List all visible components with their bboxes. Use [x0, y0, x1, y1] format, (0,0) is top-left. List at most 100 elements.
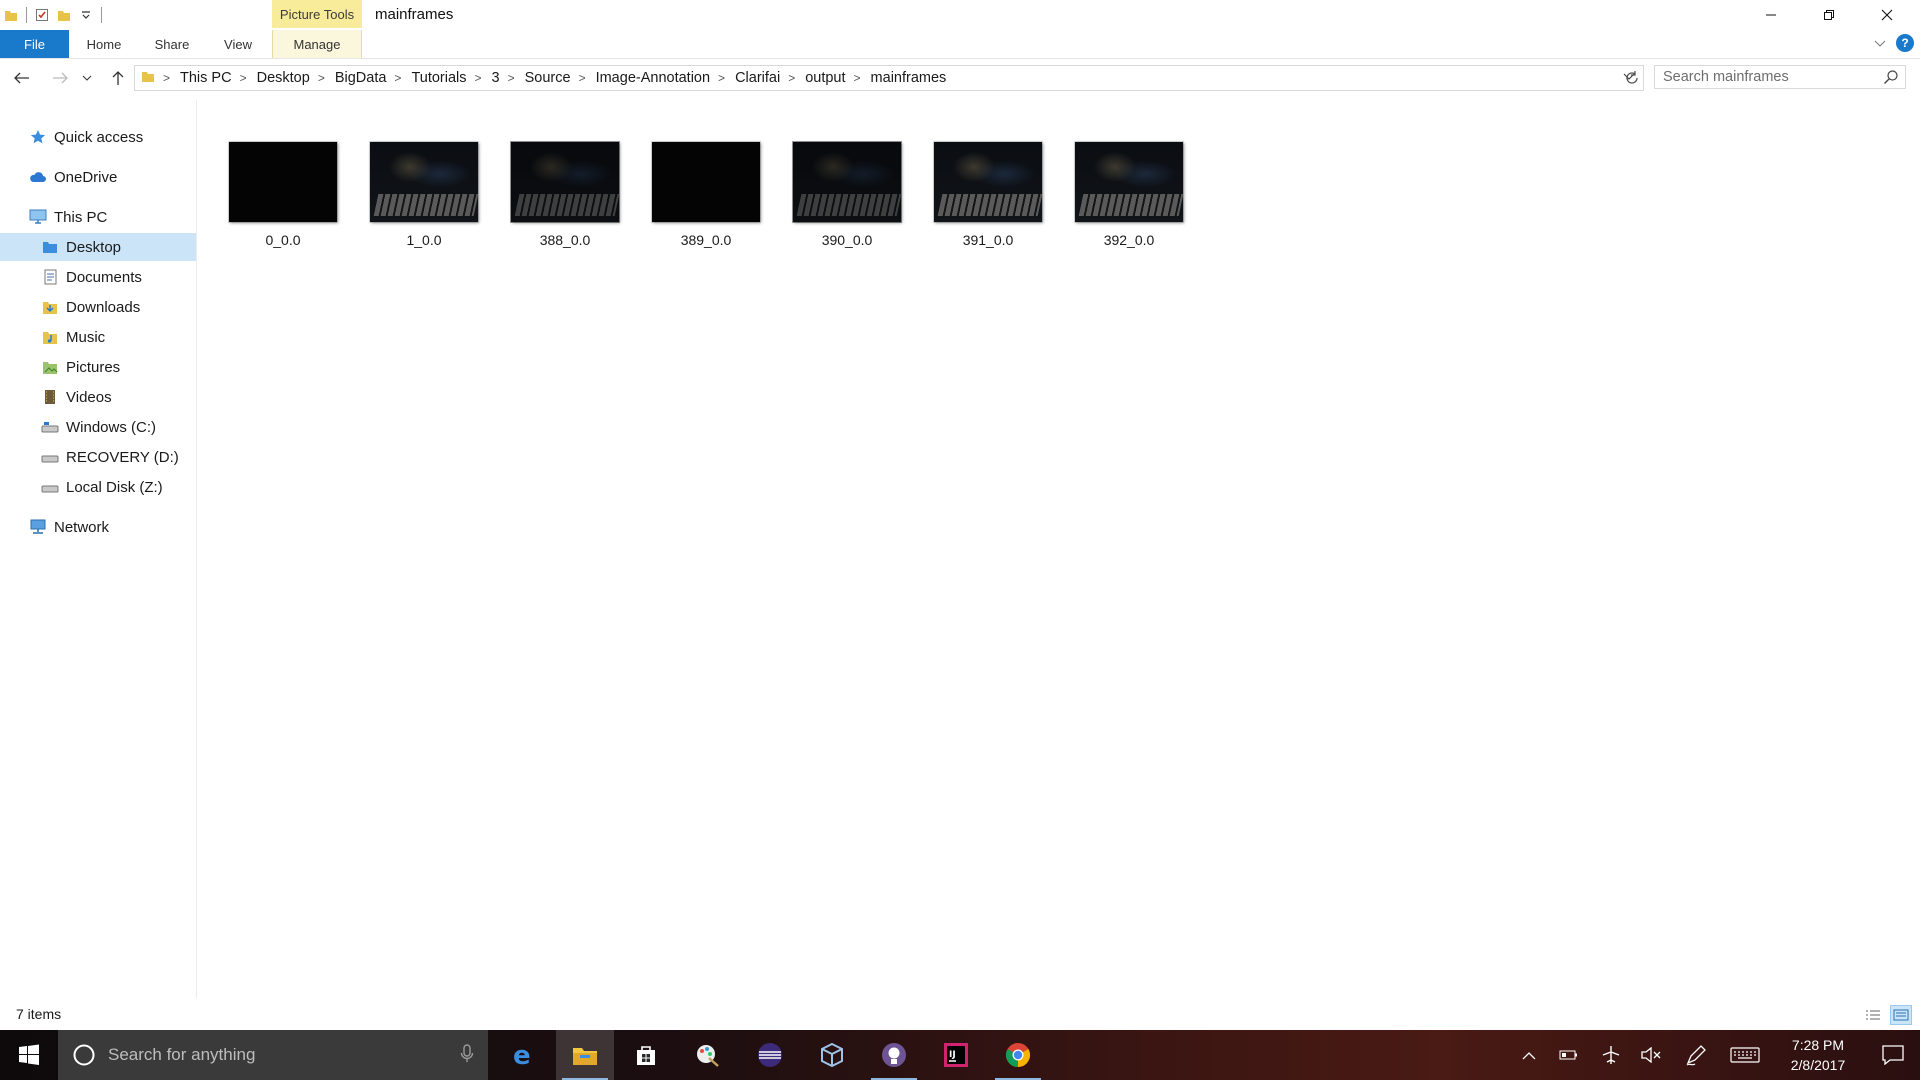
file-tile[interactable]: 391_0.0	[923, 142, 1053, 248]
breadcrumb-item[interactable]: 3	[492, 70, 500, 86]
breadcrumb-separator-icon[interactable]: >	[240, 71, 247, 85]
breadcrumb-separator-icon[interactable]: >	[318, 71, 325, 85]
breadcrumb-item[interactable]: BigData	[335, 70, 387, 86]
file-tile[interactable]: 392_0.0	[1064, 142, 1194, 248]
restore-button[interactable]	[1800, 0, 1858, 30]
file-name: 392_0.0	[1103, 232, 1155, 248]
new-folder-icon[interactable]	[53, 4, 75, 26]
edge-icon[interactable]: e	[494, 1030, 552, 1080]
sidebar-item-videos[interactable]: Videos	[40, 383, 190, 411]
action-center-button[interactable]	[1866, 1030, 1920, 1080]
pen-workspace-icon[interactable]	[1682, 1030, 1710, 1080]
breadcrumb-separator-icon[interactable]: >	[475, 71, 482, 85]
help-icon[interactable]: ?	[1896, 34, 1914, 52]
tab-share[interactable]: Share	[138, 30, 206, 58]
refresh-button[interactable]	[1620, 66, 1644, 90]
breadcrumb-item[interactable]: Image-Annotation	[596, 70, 710, 86]
file-tile[interactable]: 388_0.0	[500, 142, 630, 248]
file-tile[interactable]: 390_0.0	[782, 142, 912, 248]
forward-button[interactable]	[48, 66, 72, 90]
clock-time: 7:28 PM	[1791, 1037, 1845, 1053]
breadcrumb-item[interactable]: output	[805, 70, 845, 86]
intellij-icon[interactable]: IJ	[927, 1030, 985, 1080]
start-button[interactable]	[0, 1030, 58, 1080]
taskbar-search-box[interactable]: Search for anything	[58, 1030, 488, 1080]
close-button[interactable]	[1858, 0, 1916, 30]
sidebar-item-label: Downloads	[66, 298, 141, 316]
sidebar-item-windows-c[interactable]: Windows (C:)	[40, 413, 190, 441]
search-input[interactable]: Search mainframes	[1654, 65, 1906, 89]
store-icon[interactable]	[617, 1030, 675, 1080]
github-icon[interactable]	[865, 1030, 923, 1080]
show-hidden-icons-button[interactable]	[1518, 1030, 1540, 1080]
tab-manage[interactable]: Manage	[272, 30, 362, 58]
volume-muted-icon[interactable]	[1638, 1030, 1664, 1080]
breadcrumb-separator-icon[interactable]: >	[788, 71, 795, 85]
sidebar-item-network[interactable]: Network	[28, 513, 188, 541]
battery-icon[interactable]	[1556, 1030, 1582, 1080]
quick-access-toolbar	[0, 4, 106, 26]
minimize-button[interactable]	[1742, 0, 1800, 30]
expand-ribbon-button[interactable]	[1874, 35, 1886, 52]
taskbar-clock[interactable]: 7:28 PM 2/8/2017	[1772, 1035, 1864, 1075]
sidebar-item-label: Music	[66, 328, 106, 346]
file-tile[interactable]: 0_0.0	[218, 142, 348, 248]
breadcrumb-separator-icon[interactable]: >	[854, 71, 861, 85]
minimize-icon	[1766, 14, 1776, 16]
breadcrumb-separator-icon[interactable]: >	[394, 71, 401, 85]
chrome-icon[interactable]	[989, 1030, 1047, 1080]
sidebar-item-pictures[interactable]: Pictures	[40, 353, 190, 381]
folder-icon[interactable]	[0, 4, 22, 26]
airplane-mode-icon[interactable]	[1598, 1030, 1624, 1080]
search-icon[interactable]	[1883, 69, 1899, 89]
microphone-icon[interactable]	[460, 1044, 474, 1068]
sidebar-item-downloads[interactable]: Downloads	[40, 293, 190, 321]
back-button[interactable]	[10, 66, 34, 90]
large-icons-view-button[interactable]	[1890, 1005, 1912, 1025]
customize-toolbar-icon[interactable]	[75, 4, 97, 26]
breadcrumb-item[interactable]: Source	[525, 70, 571, 86]
sidebar-item-documents[interactable]: Documents	[40, 263, 190, 291]
sidebar-item-local-disk-z[interactable]: Local Disk (Z:)	[40, 473, 190, 501]
breadcrumb-separator-icon[interactable]: >	[718, 71, 725, 85]
breadcrumb-item[interactable]: Tutorials	[411, 70, 466, 86]
breadcrumb-item[interactable]: This PC	[180, 70, 232, 86]
tab-view[interactable]: View	[206, 30, 270, 58]
breadcrumb-separator-icon[interactable]: >	[508, 71, 515, 85]
file-tile[interactable]: 1_0.0	[359, 142, 489, 248]
recent-locations-button[interactable]	[80, 66, 94, 90]
tab-home[interactable]: Home	[70, 30, 138, 58]
details-view-button[interactable]	[1862, 1005, 1884, 1025]
sidebar-item-label: Network	[54, 518, 110, 536]
touch-keyboard-icon[interactable]	[1728, 1030, 1762, 1080]
breadcrumb-separator-icon[interactable]: >	[579, 71, 586, 85]
sidebar-item-recovery-d[interactable]: RECOVERY (D:)	[40, 443, 190, 471]
sidebar-item-desktop[interactable]: Desktop	[0, 233, 196, 261]
image-thumbnail	[229, 142, 337, 222]
breadcrumb-item[interactable]: Desktop	[257, 70, 310, 86]
virtualbox-icon[interactable]	[803, 1030, 861, 1080]
up-button[interactable]	[106, 66, 130, 90]
image-thumbnail	[793, 142, 901, 222]
image-thumbnail	[370, 142, 478, 222]
file-explorer-icon[interactable]	[556, 1030, 614, 1080]
eclipse-icon[interactable]	[741, 1030, 799, 1080]
sidebar-item-music[interactable]: Music	[40, 323, 190, 351]
breadcrumb-separator-icon[interactable]: >	[163, 71, 170, 85]
tab-file[interactable]: File	[0, 30, 69, 58]
sidebar-item-onedrive[interactable]: OneDrive	[28, 163, 188, 191]
breadcrumb-item[interactable]: mainframes	[871, 70, 947, 86]
address-bar[interactable]: > This PC > Desktop > BigData > Tutorial…	[134, 65, 1644, 91]
taskbar: Search for anything e IJ 7:28 PM 2/8/201…	[0, 1030, 1920, 1080]
file-list: 0_0.0 1_0.0 388_0.0 389_0.0 390_0.0 391_…	[197, 100, 1920, 998]
properties-icon[interactable]	[31, 4, 53, 26]
sidebar-item-this-pc[interactable]: This PC	[28, 203, 188, 231]
breadcrumb-item[interactable]: Clarifai	[735, 70, 780, 86]
sidebar-item-label: Quick access	[54, 128, 144, 146]
sidebar-item-label: Desktop	[66, 238, 122, 256]
file-tile[interactable]: 389_0.0	[641, 142, 771, 248]
sidebar-item-quick-access[interactable]: Quick access	[28, 123, 188, 151]
sidebar-item-label: This PC	[54, 208, 108, 226]
paint-icon[interactable]	[679, 1030, 737, 1080]
item-count: 7 items	[16, 1006, 62, 1022]
